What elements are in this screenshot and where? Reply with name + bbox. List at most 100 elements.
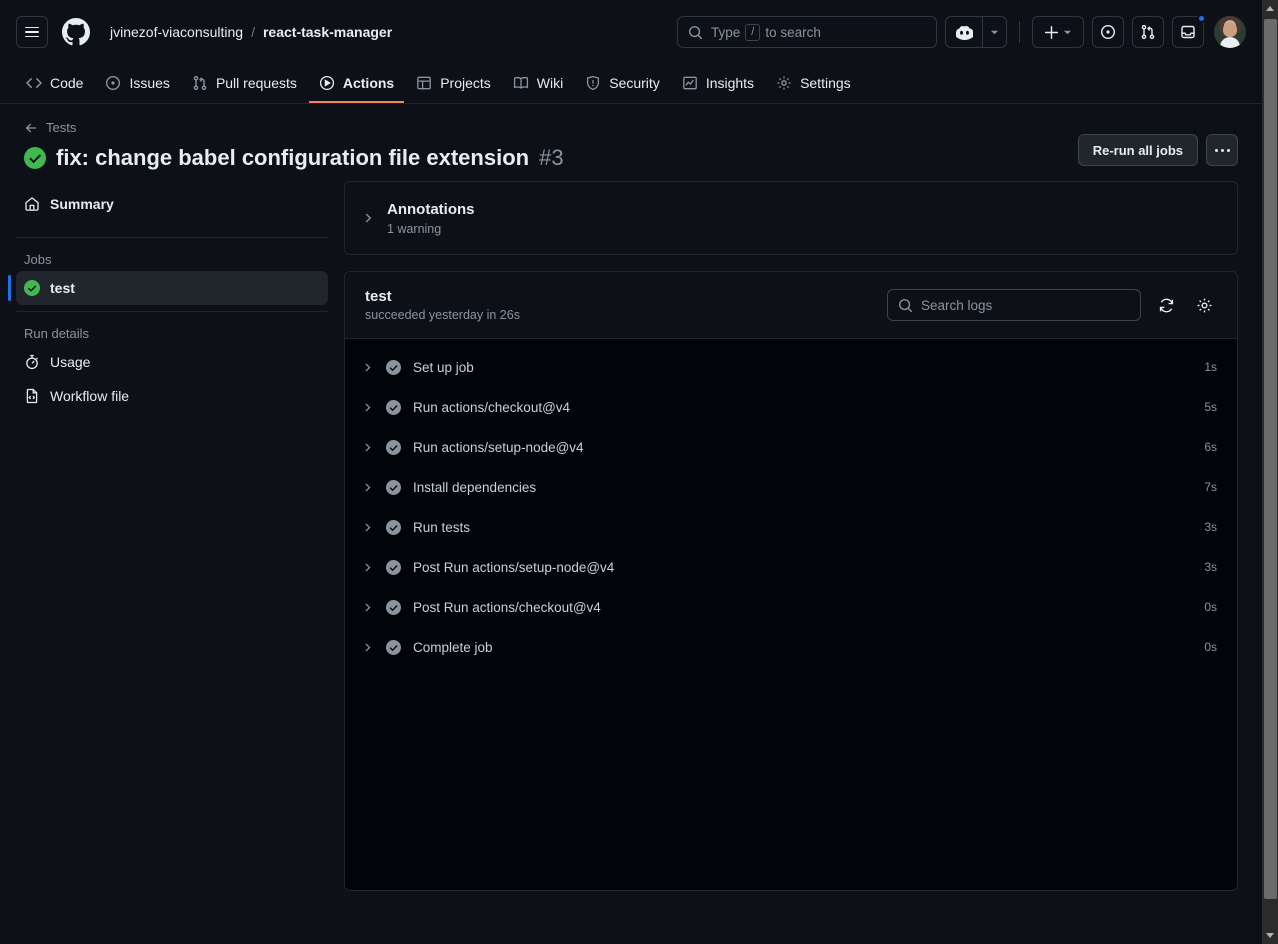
chevron-right-icon[interactable] bbox=[361, 211, 375, 225]
avatar[interactable] bbox=[1214, 16, 1246, 48]
create-new-button[interactable] bbox=[1032, 16, 1084, 48]
kebab-dot bbox=[1214, 148, 1218, 152]
github-logo-icon[interactable] bbox=[60, 16, 92, 48]
notification-badge-dot bbox=[1197, 14, 1206, 23]
table-row[interactable]: Post Run actions/checkout@v4 0s bbox=[345, 587, 1237, 627]
job-status-line: succeeded yesterday in 26s bbox=[365, 308, 520, 322]
nav-item-label: Actions bbox=[342, 75, 395, 91]
chevron-right-icon[interactable] bbox=[361, 401, 374, 414]
run-title-row: fix: change babel configuration file ext… bbox=[24, 145, 1238, 171]
hamburger-icon[interactable] bbox=[16, 16, 48, 48]
git-pull-request-icon bbox=[192, 75, 208, 91]
nav-item-label: Wiki bbox=[536, 75, 564, 91]
run-more-options-button[interactable] bbox=[1206, 134, 1238, 166]
nav-item-settings[interactable]: Settings bbox=[766, 65, 861, 103]
breadcrumb-repo[interactable]: react-task-manager bbox=[263, 24, 392, 40]
issue-opened-icon bbox=[1100, 24, 1116, 40]
sidebar-item-workflow-file[interactable]: Workflow file bbox=[16, 379, 328, 413]
nav-item-code[interactable]: Code bbox=[16, 65, 93, 103]
rerun-all-jobs-button[interactable]: Re-run all jobs bbox=[1077, 134, 1198, 166]
sidebar-item-label: Summary bbox=[50, 196, 114, 212]
breadcrumb-owner[interactable]: jvinezof-viaconsulting bbox=[110, 24, 243, 40]
breadcrumb-separator: / bbox=[251, 24, 255, 40]
step-name: Install dependencies bbox=[413, 479, 537, 495]
check-circle-muted-icon bbox=[386, 359, 401, 375]
play-icon bbox=[319, 75, 335, 91]
sidebar-summary-section: Summary bbox=[16, 181, 328, 231]
sidebar-item-summary[interactable]: Summary bbox=[16, 187, 328, 221]
nav-item-label: Security bbox=[609, 75, 660, 91]
check-circle-success-icon bbox=[24, 280, 40, 296]
step-name: Post Run actions/checkout@v4 bbox=[413, 599, 601, 615]
step-duration: 6s bbox=[1204, 440, 1217, 454]
nav-item-security[interactable]: Security bbox=[575, 65, 670, 103]
scroll-up-arrow-icon[interactable] bbox=[1262, 0, 1278, 17]
sidebar-item-usage[interactable]: Usage bbox=[16, 345, 328, 379]
chevron-right-icon[interactable] bbox=[361, 441, 374, 454]
search-slash-key: / bbox=[745, 23, 761, 41]
scroll-down-arrow-icon[interactable] bbox=[1262, 927, 1278, 944]
step-name: Run actions/checkout@v4 bbox=[413, 399, 571, 415]
scrollbar-track[interactable] bbox=[1262, 899, 1278, 927]
copilot-button[interactable] bbox=[945, 16, 1007, 48]
table-row[interactable]: Install dependencies 7s bbox=[345, 467, 1237, 507]
nav-item-pull-requests[interactable]: Pull requests bbox=[182, 65, 307, 103]
job-header: test succeeded yesterday in 26s Search l… bbox=[345, 272, 1237, 339]
notifications-button[interactable] bbox=[1172, 14, 1206, 48]
table-row[interactable]: Post Run actions/setup-node@v4 3s bbox=[345, 547, 1237, 587]
check-circle-muted-icon bbox=[386, 399, 401, 415]
gear-icon bbox=[776, 75, 792, 91]
table-row[interactable]: Run tests 3s bbox=[345, 507, 1237, 547]
sidebar-run-details-heading: Run details bbox=[24, 326, 90, 341]
code-icon bbox=[26, 75, 42, 91]
issue-opened-icon bbox=[105, 75, 121, 91]
breadcrumb: jvinezof-viaconsulting / react-task-mana… bbox=[110, 24, 392, 40]
annotations-subtitle: 1 warning bbox=[387, 222, 442, 236]
copilot-dropdown-caret-icon[interactable] bbox=[982, 17, 1006, 47]
table-row[interactable]: Set up job 1s bbox=[345, 347, 1237, 387]
table-row[interactable]: Run actions/setup-node@v4 6s bbox=[345, 427, 1237, 467]
step-name: Run tests bbox=[413, 519, 471, 535]
sidebar-item-label: test bbox=[50, 280, 75, 296]
step-duration: 1s bbox=[1204, 360, 1217, 374]
nav-item-insights[interactable]: Insights bbox=[672, 65, 764, 103]
run-main-column: Annotations 1 warning test succeeded yes… bbox=[344, 181, 1238, 925]
check-circle-muted-icon bbox=[386, 559, 401, 575]
chevron-right-icon[interactable] bbox=[361, 601, 374, 614]
graph-icon bbox=[682, 75, 698, 91]
refresh-logs-button[interactable] bbox=[1153, 292, 1179, 318]
scrollbar-thumb[interactable] bbox=[1263, 19, 1277, 899]
nav-item-label: Pull requests bbox=[215, 75, 297, 91]
sidebar-jobs-heading: Jobs bbox=[24, 252, 52, 267]
nav-item-actions[interactable]: Actions bbox=[308, 65, 405, 103]
pull-requests-button[interactable] bbox=[1132, 16, 1164, 48]
table-row[interactable]: Complete job 0s bbox=[345, 627, 1237, 667]
back-to-workflow-link[interactable]: Tests bbox=[24, 120, 76, 135]
shield-icon bbox=[585, 75, 601, 91]
vertical-scrollbar[interactable] bbox=[1262, 0, 1278, 944]
chevron-right-icon[interactable] bbox=[361, 521, 374, 534]
log-settings-button[interactable] bbox=[1191, 292, 1217, 318]
chevron-right-icon[interactable] bbox=[361, 361, 374, 374]
chevron-right-icon[interactable] bbox=[361, 481, 374, 494]
run-sidebar: Summary Jobs test Run details Usage Work… bbox=[8, 181, 344, 925]
nav-item-issues[interactable]: Issues bbox=[95, 65, 179, 103]
global-header: jvinezof-viaconsulting / react-task-mana… bbox=[0, 0, 1262, 64]
issues-button[interactable] bbox=[1092, 16, 1124, 48]
sidebar-item-label: Usage bbox=[50, 354, 91, 370]
table-row[interactable]: Run actions/checkout@v4 5s bbox=[345, 387, 1237, 427]
annotations-toggle[interactable]: Annotations 1 warning bbox=[345, 182, 1237, 254]
sidebar-item-job-test[interactable]: test bbox=[8, 271, 328, 305]
step-duration: 0s bbox=[1204, 600, 1217, 614]
chevron-right-icon[interactable] bbox=[361, 641, 374, 654]
nav-item-label: Insights bbox=[705, 75, 755, 91]
job-toolbar: Search logs bbox=[887, 289, 1217, 321]
search-logs-placeholder: Search logs bbox=[921, 297, 993, 313]
search-icon bbox=[688, 25, 703, 40]
search-input[interactable]: Type / to search bbox=[677, 16, 937, 48]
search-logs-input[interactable]: Search logs bbox=[887, 289, 1141, 321]
nav-item-projects[interactable]: Projects bbox=[406, 65, 501, 103]
nav-item-wiki[interactable]: Wiki bbox=[503, 65, 573, 103]
copilot-icon[interactable] bbox=[946, 17, 982, 47]
chevron-right-icon[interactable] bbox=[361, 561, 374, 574]
